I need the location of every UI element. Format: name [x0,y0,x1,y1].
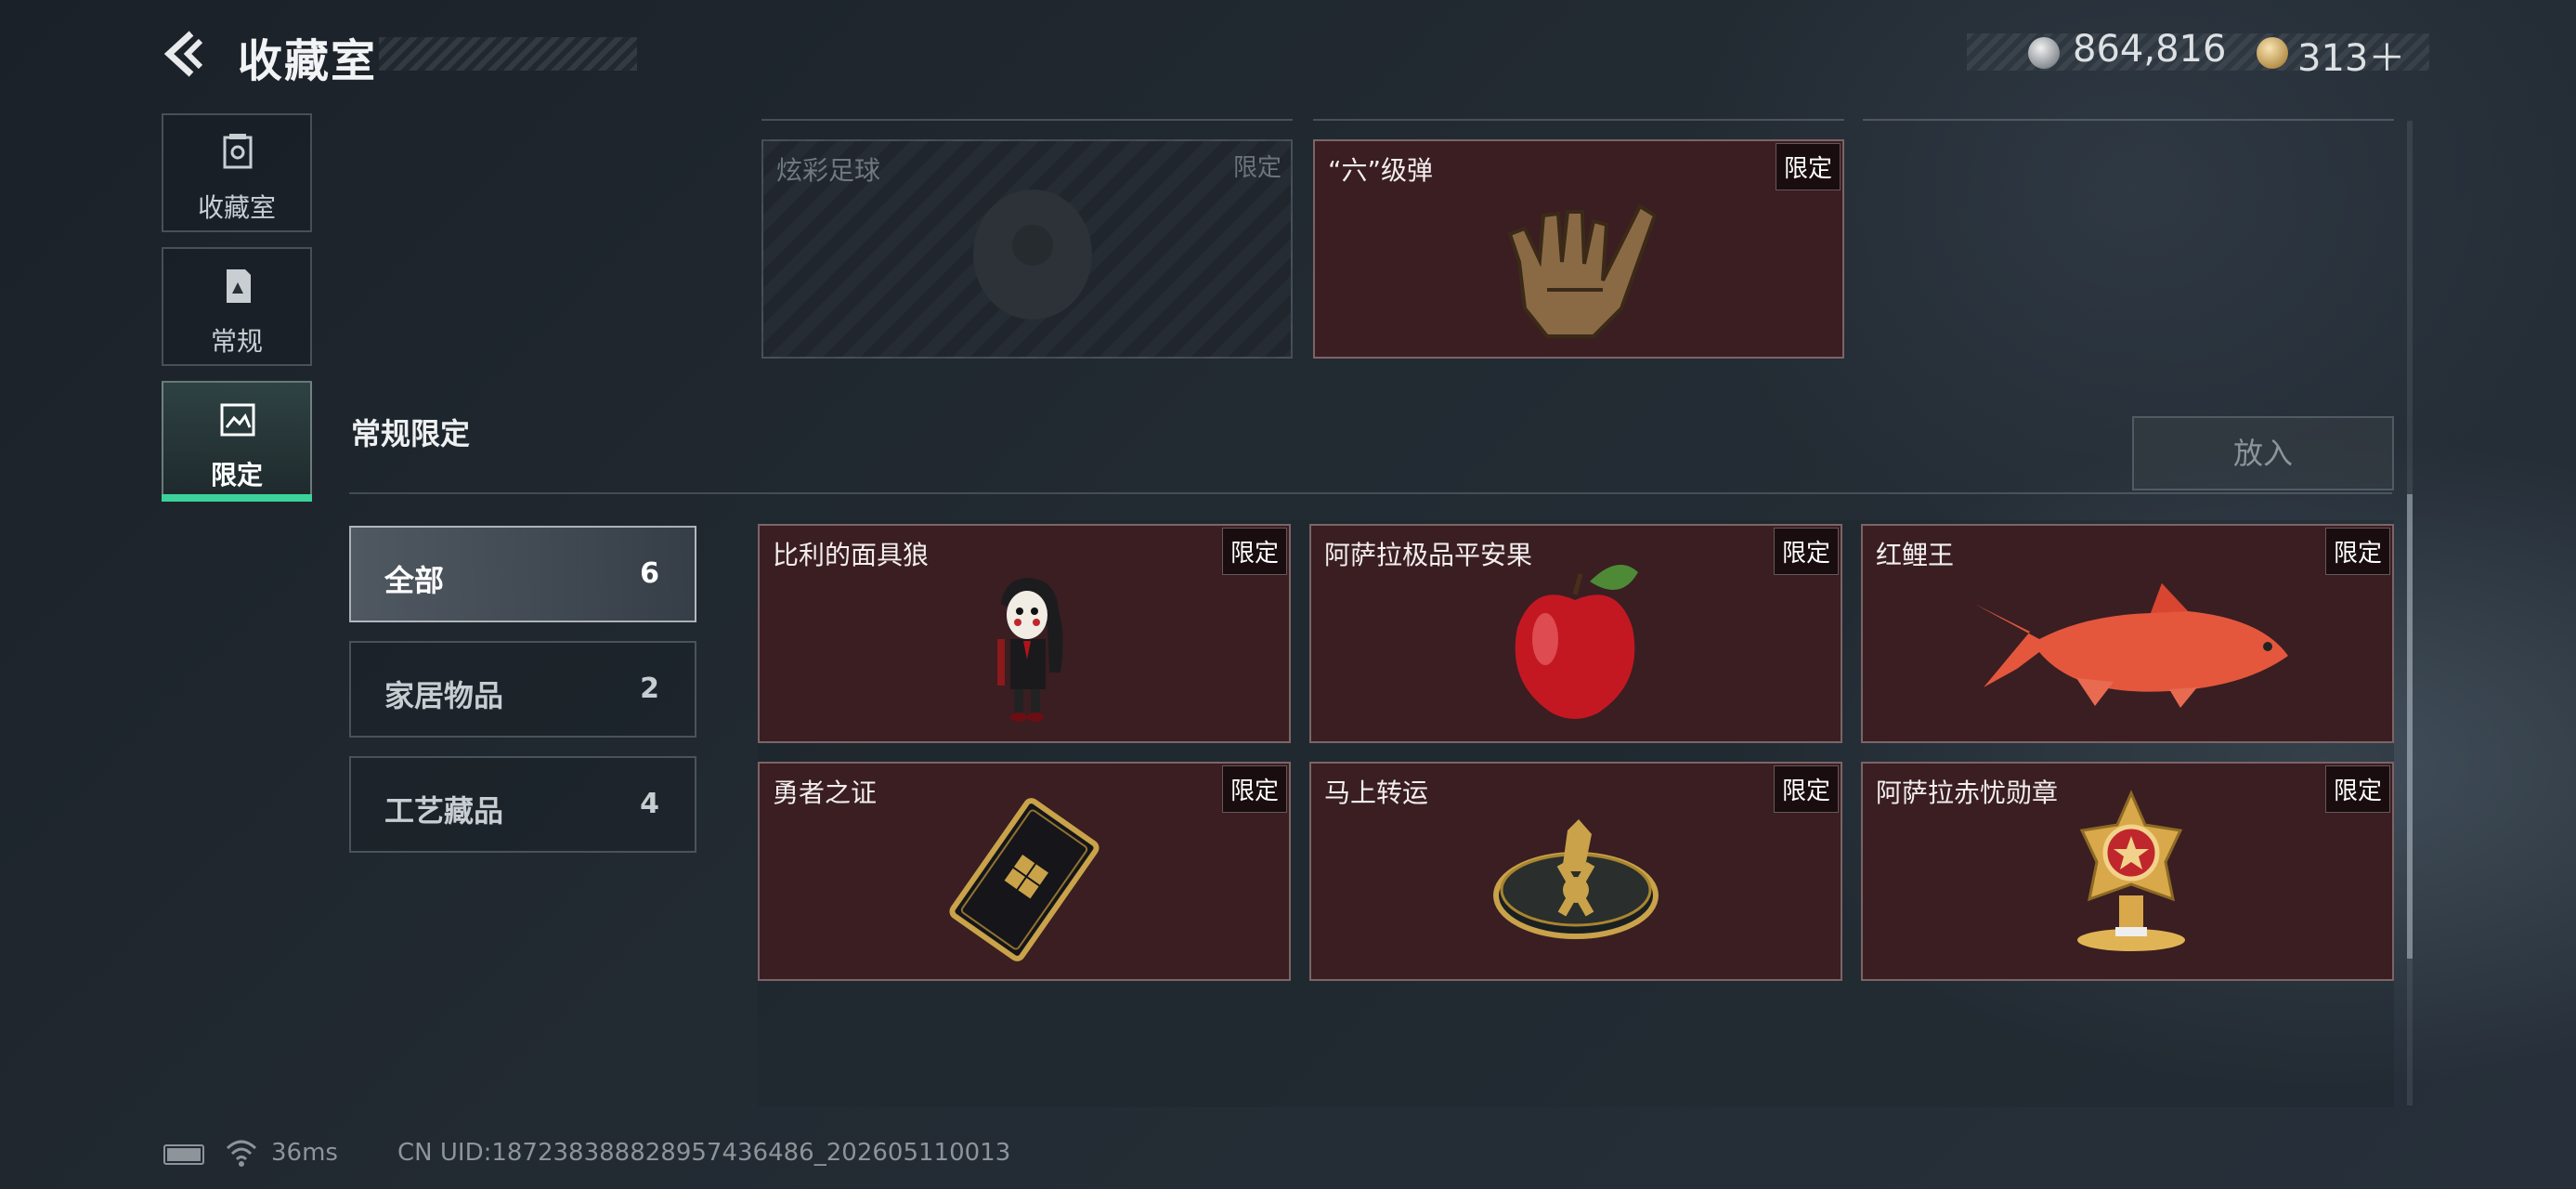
limited-badge: 限定 [2324,528,2390,575]
card-name: 比利的面具狼 [773,540,930,570]
filter-count: 6 [640,557,659,590]
collection-card[interactable]: “六”级弹 限定 [1313,139,1844,359]
limited-badge: 限定 [1232,154,1281,182]
spinner-horse-icon [1493,819,1659,939]
nav-tab-collection[interactable]: 收藏室 [162,113,312,232]
filter-label: 家居物品 [384,678,504,713]
wifi-icon [226,1140,257,1167]
page-title: 收藏室 [238,35,378,87]
section-divider [349,492,2392,494]
collection-card[interactable]: 红鲤王 限定 [1861,524,2394,743]
collection-card[interactable]: 阿萨拉赤忧勋章 限定 [1861,762,2394,981]
card-name: 马上转运 [1324,777,1429,808]
battery-icon [163,1144,204,1165]
limited-badge: 限定 [1221,765,1287,813]
ping-text: 36ms [271,1139,338,1167]
filter-label: 全部 [384,563,445,598]
filter-count: 4 [640,788,659,820]
card-name: “六”级弹 [1328,155,1434,186]
nav-tab-limited[interactable]: 限定 [162,381,312,500]
active-tab-indicator [162,494,312,502]
card-name: 红鲤王 [1876,540,1955,570]
filter-all[interactable]: 全部 6 [349,526,696,622]
collection-room-icon [223,134,253,169]
silver-coin-icon [2028,37,2060,69]
hand-sign-icon [1507,203,1658,338]
top-row-rule [761,119,1293,121]
back-button[interactable] [160,28,212,80]
collection-card[interactable]: 勇者之证 限定 [758,762,1291,981]
nav-label-limited: 限定 [210,460,263,490]
section-title: 常规限定 [351,416,471,451]
card-name: 炫彩足球 [776,155,881,186]
medal-icon [2077,790,2185,951]
uid-text: CN UID:18723838882895​7436486_2026051100… [397,1139,1011,1167]
filter-craft-items[interactable]: 工艺藏品 4 [349,756,696,853]
gold-amount[interactable]: 313＋ [2297,28,2405,82]
top-row-rule [1313,119,1844,121]
top-row-rule [1863,119,2394,121]
limited-badge: 限定 [2324,765,2390,813]
collection-card-locked[interactable]: 炫彩足球 限定 [761,139,1293,359]
filter-label: 工艺藏品 [384,793,504,829]
card-name: 勇者之证 [773,777,878,808]
card-name: 阿萨拉赤忧勋章 [1876,777,2059,808]
nav-label-regular: 常规 [210,326,263,357]
nav-label-collection: 收藏室 [197,192,276,223]
regular-doc-icon [227,269,251,303]
title-decoration [379,37,637,71]
bravery-card-icon [949,798,1099,961]
limited-frame-icon [220,403,255,437]
filter-home-items[interactable]: 家居物品 2 [349,641,696,738]
silver-amount: 864,816 [2073,28,2227,71]
limited-badge: 限定 [1221,528,1287,575]
football-silhouette-icon [973,189,1092,320]
collection-card[interactable]: 阿萨拉极品平安果 限定 [1309,524,1842,743]
collection-card[interactable]: 马上转运 限定 [1309,762,1842,981]
koi-fish-icon [1974,583,2288,708]
puppet-figure-icon [997,578,1063,722]
put-in-button[interactable]: 放入 [2132,416,2394,490]
scrollbar-thumb[interactable] [2407,494,2413,959]
gold-coin-icon [2257,37,2288,69]
limited-badge: 限定 [1775,143,1841,190]
limited-badge: 限定 [1773,765,1839,813]
apple-icon [1515,565,1638,719]
filter-count: 2 [640,673,659,705]
limited-badge: 限定 [1773,528,1839,575]
collection-card[interactable]: 比利的面具狼 限定 [758,524,1291,743]
nav-tab-regular[interactable]: 常规 [162,247,312,366]
